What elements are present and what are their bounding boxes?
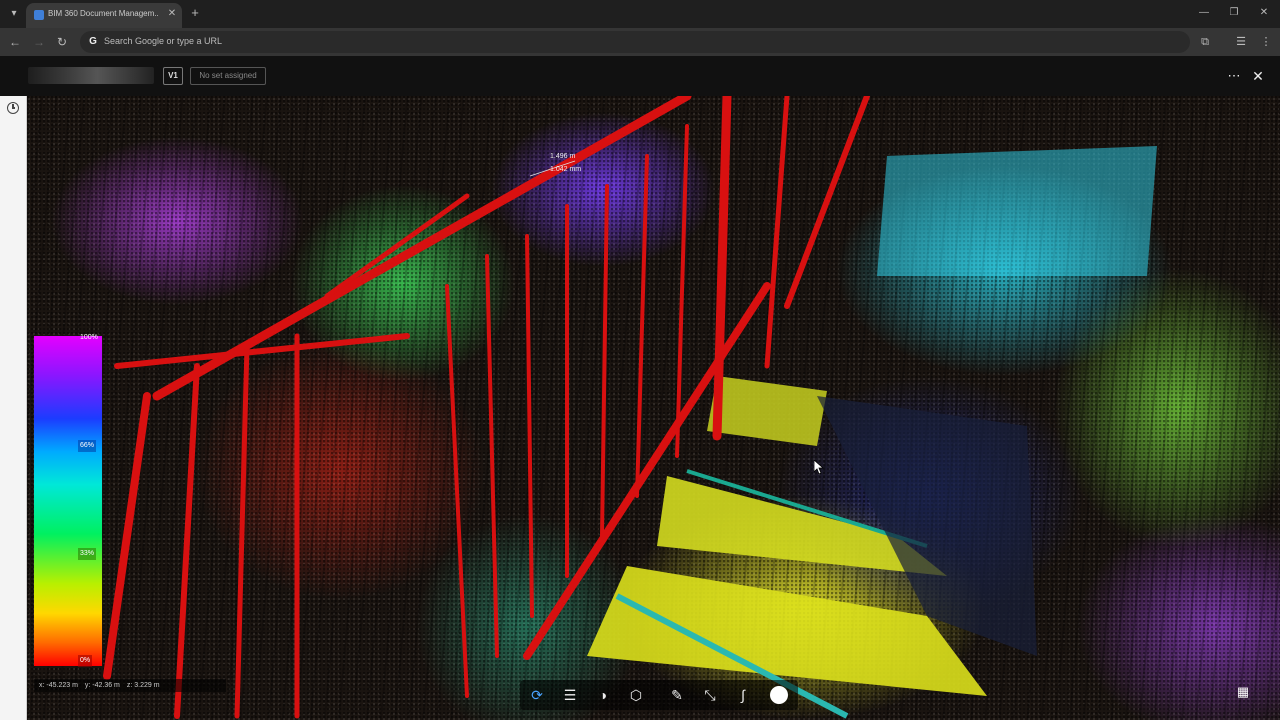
favicon-icon	[34, 10, 44, 20]
point-size-dot[interactable]	[770, 686, 788, 704]
browser-menu-icon[interactable]: ⋮	[1259, 35, 1273, 49]
cursor-coordinates: x: -45.223 m y: -42.36 m z: 3.229 m	[34, 679, 226, 692]
legend-tick-100: 100%	[80, 334, 98, 341]
omnibox[interactable]: G Search Google or type a URL	[80, 31, 1190, 53]
more-options-icon[interactable]: ⋯	[1227, 68, 1241, 84]
forward-icon[interactable]: →	[32, 35, 46, 49]
browser-tab-strip: ▾ BIM 360 Document Managem... ✕ + — ❐ ✕	[0, 0, 1280, 28]
tab-title: BIM 360 Document Managem...	[48, 9, 158, 18]
history-clock-icon[interactable]	[7, 102, 19, 114]
close-viewer-icon[interactable]: ✕	[1251, 68, 1265, 84]
legend-tick-33: 33%	[78, 548, 97, 560]
tab-close-icon[interactable]: ✕	[166, 8, 178, 20]
restore-icon[interactable]: ❐	[1227, 6, 1241, 20]
legend-tick-66: 66%	[78, 440, 97, 452]
review-status[interactable]: No set assigned	[190, 67, 266, 85]
cube-icon[interactable]: ⬡	[626, 685, 646, 705]
side-panel-icon[interactable]: ☰	[1234, 35, 1248, 49]
viewer-toolbar: ⟳ ☰ ◑ ⬡ ✎ ⤡ ∫	[520, 680, 798, 710]
measure-icon[interactable]: ⤡	[700, 685, 720, 705]
browser-address-bar: ← → ↻ G Search Google or type a URL ⧉ ☰ …	[0, 28, 1280, 56]
document-title-blurred	[28, 67, 154, 84]
markup-icon[interactable]: ✎	[667, 685, 687, 705]
intensity-legend: 100% 66% 33% 0%	[34, 334, 102, 667]
stair-tread	[707, 376, 827, 446]
legend-tick-0: 0%	[78, 655, 93, 667]
reload-icon[interactable]: ↻	[55, 35, 69, 49]
google-icon: G	[89, 36, 97, 47]
wall-panel	[877, 146, 1157, 276]
back-icon[interactable]: ←	[8, 35, 22, 49]
measurement-line-1: 1.496 m	[550, 153, 576, 160]
coord-z: z: 3.229 m	[126, 682, 160, 689]
coord-y: y: -42.36 m	[84, 682, 120, 689]
viewer-header: V1 No set assigned ⋯ ✕	[0, 56, 1280, 96]
measurement-label: 1.496 m 1.042 mm	[550, 150, 581, 176]
point-cloud-viewport[interactable]: 1.496 m 1.042 mm 100% 66% 33% 0% x: -45.…	[27, 96, 1280, 720]
window-close-icon[interactable]: ✕	[1257, 6, 1271, 20]
extensions-icon[interactable]: ⧉	[1198, 35, 1212, 49]
browser-tab[interactable]: BIM 360 Document Managem... ✕	[26, 3, 182, 28]
section-icon[interactable]: ◑	[593, 685, 613, 705]
minimize-icon[interactable]: —	[1197, 6, 1211, 20]
path-icon[interactable]: ∫	[733, 685, 753, 705]
omnibox-placeholder: Search Google or type a URL	[104, 36, 223, 46]
version-badge[interactable]: V1	[163, 67, 183, 85]
orbit-icon[interactable]: ⟳	[527, 685, 547, 705]
grid-view-icon[interactable]: ▦	[1235, 684, 1251, 700]
mouse-cursor-icon	[814, 460, 824, 474]
side-rail	[0, 96, 27, 720]
tab-search-chevron-icon[interactable]: ▾	[6, 6, 22, 22]
measurement-line-2: 1.042 mm	[550, 166, 582, 173]
legend-gradient	[34, 336, 102, 666]
coord-x: x: -45.223 m	[39, 682, 78, 689]
layers-icon[interactable]: ☰	[560, 685, 580, 705]
stair-scene	[103, 96, 1157, 719]
new-tab-button[interactable]: +	[188, 6, 202, 20]
